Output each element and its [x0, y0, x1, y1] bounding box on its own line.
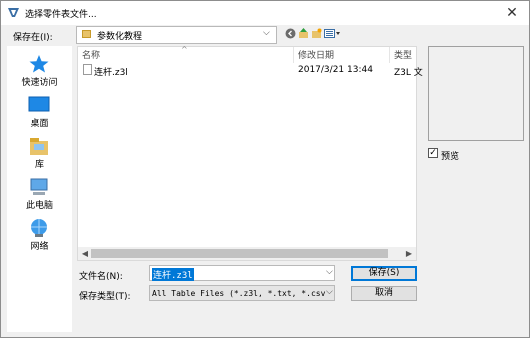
chevron-down-icon[interactable]: ⌵: [326, 267, 333, 277]
place-label: 此电脑: [25, 201, 53, 211]
preview-pane: [428, 46, 524, 141]
filetype-select[interactable]: All Table Files (*.z3l, *.txt, *.csv, *.…: [149, 285, 335, 301]
place-label: 快速访问: [21, 78, 58, 88]
new-folder-icon[interactable]: [311, 28, 322, 39]
back-icon[interactable]: [285, 28, 296, 39]
sort-up-icon: ^: [181, 45, 188, 54]
horizontal-scrollbar[interactable]: ◀ ▶: [78, 247, 416, 260]
file-name: 连杆.z3l: [94, 68, 128, 78]
chevron-down-icon[interactable]: ⌵: [263, 28, 270, 38]
place-this-pc[interactable]: 此电脑: [7, 174, 72, 212]
library-icon: [30, 138, 48, 155]
folder-icon: [82, 30, 91, 38]
file-list[interactable]: 名称 ^ 修改日期 类型 连杆.z3l 2017/3/21 13:44 Z3L …: [77, 45, 423, 261]
preview-label: 预览: [441, 152, 460, 162]
app-icon: [8, 8, 19, 17]
column-header-date[interactable]: 修改日期: [298, 49, 334, 63]
filename-input[interactable]: 连杆.z3l ⌵: [149, 265, 335, 281]
filetype-label: 保存类型(T):: [79, 292, 131, 302]
close-button[interactable]: ✕: [495, 1, 529, 25]
scroll-right-icon[interactable]: ▶: [403, 247, 415, 260]
star-icon: [29, 55, 49, 73]
save-button[interactable]: 保存(S): [351, 266, 417, 281]
column-header-name[interactable]: 名称: [82, 49, 100, 63]
place-label: 桌面: [30, 119, 49, 129]
view-menu-icon[interactable]: [324, 28, 341, 39]
place-network[interactable]: 网络: [7, 215, 72, 253]
lookin-label: 保存在(I):: [13, 33, 53, 43]
column-divider[interactable]: [293, 47, 294, 63]
up-folder-icon[interactable]: [298, 28, 309, 39]
close-icon[interactable]: ✕: [506, 5, 518, 21]
places-bar: 快速访问 桌面 库 此电脑 网络: [7, 46, 72, 332]
file-date: 2017/3/21 13:44: [298, 65, 373, 75]
filetype-value: All Table Files (*.z3l, *.txt, *.csv, *.…: [152, 289, 334, 298]
filename-value[interactable]: 连杆.z3l: [152, 268, 194, 281]
desktop-icon: [28, 96, 50, 112]
place-library[interactable]: 库: [7, 133, 72, 171]
place-desktop[interactable]: 桌面: [7, 92, 72, 130]
file-type: Z3L 文: [394, 68, 423, 78]
filename-label: 文件名(N):: [79, 272, 123, 282]
scroll-left-icon[interactable]: ◀: [79, 247, 91, 260]
file-icon: [83, 64, 92, 75]
place-label: 网络: [30, 242, 49, 252]
lookin-dropdown[interactable]: 参数化教程 ⌵: [76, 26, 277, 44]
computer-icon: [30, 178, 48, 195]
dialog-title: 选择零件表文件...: [25, 10, 97, 20]
chevron-down-icon[interactable]: ⌵: [326, 287, 333, 297]
place-label: 库: [34, 160, 44, 170]
column-header-type[interactable]: 类型: [394, 49, 412, 63]
lookin-value: 参数化教程: [97, 32, 143, 42]
title-bar: 选择零件表文件... ✕: [1, 1, 529, 25]
scrollbar-thumb[interactable]: [91, 249, 388, 258]
save-dialog: 选择零件表文件... ✕ 保存在(I): 参数化教程 ⌵ 快速访问 桌面 库 此…: [0, 0, 530, 338]
network-icon: [31, 219, 47, 237]
column-divider[interactable]: [389, 47, 390, 63]
file-row[interactable]: 连杆.z3l 2017/3/21 13:44 Z3L 文: [78, 63, 423, 78]
place-quick-access[interactable]: 快速访问: [7, 51, 72, 89]
cancel-button[interactable]: 取消: [351, 286, 417, 301]
preview-checkbox[interactable]: ✓: [428, 148, 438, 158]
